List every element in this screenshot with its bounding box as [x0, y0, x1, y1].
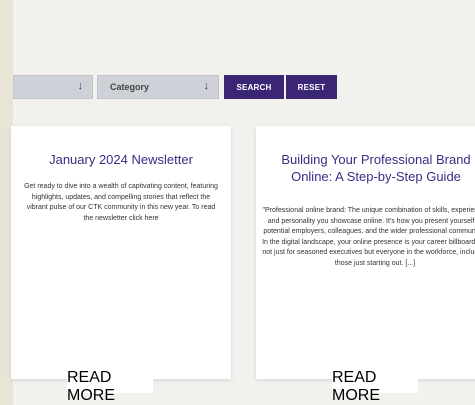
post-title[interactable]: Building Your Professional Brand Online:… — [256, 151, 475, 185]
category-select[interactable]: Category ↓ — [97, 75, 219, 99]
page-background: ↓ Category ↓ SEARCH RESET January 2024 N… — [11, 0, 475, 405]
chevron-down-icon: ↓ — [77, 80, 84, 92]
post-title[interactable]: January 2024 Newsletter — [11, 151, 231, 168]
read-more-button[interactable]: READ MORE — [332, 369, 418, 404]
post-excerpt: Get ready to dive into a wealth of capti… — [24, 183, 218, 222]
post-card: January 2024 Newsletter Get ready to div… — [11, 126, 231, 379]
reset-button[interactable]: RESET — [286, 75, 337, 99]
read-more-button[interactable]: READ MORE — [67, 369, 153, 404]
type-select[interactable]: ↓ — [13, 75, 93, 99]
post-excerpt: "Professional online brand: The unique c… — [262, 207, 475, 267]
search-button[interactable]: SEARCH — [224, 75, 284, 99]
category-select-label: Category — [110, 82, 150, 92]
post-card: Building Your Professional Brand Online:… — [256, 126, 475, 379]
chevron-down-icon: ↓ — [203, 80, 210, 92]
